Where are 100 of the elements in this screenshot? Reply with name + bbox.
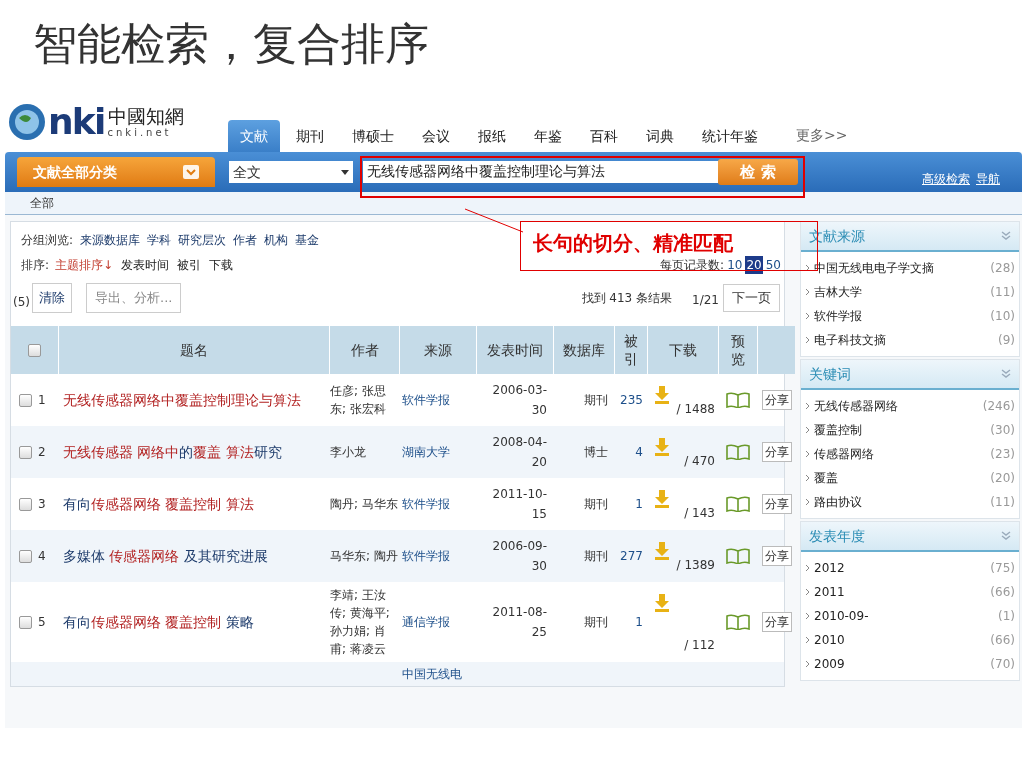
sort-option[interactable]: 被引 [177, 256, 202, 274]
column-header[interactable]: 数据库 [554, 326, 614, 374]
facet-link[interactable]: 路由协议 [814, 493, 862, 511]
facet-link[interactable]: 中国无线电电子学文摘 [814, 259, 934, 277]
facet-link[interactable]: 无线传感器网络 [814, 397, 898, 415]
per-page-option[interactable]: 10 [726, 256, 744, 274]
facet-link[interactable]: 电子科技文摘 [814, 331, 886, 349]
facet-link[interactable]: 2012 [814, 559, 845, 577]
book-icon[interactable] [726, 614, 750, 630]
checkbox[interactable] [19, 497, 32, 511]
title-link[interactable]: 无线传感器 网络中 的覆盖 算法研究 [63, 441, 282, 463]
share-button[interactable]: 分享 [761, 442, 792, 462]
chevron-icon [805, 588, 810, 596]
row-number: 4 [38, 548, 46, 565]
nav-tab[interactable]: 会议 [410, 120, 462, 152]
nav-tab[interactable]: 年鉴 [522, 120, 574, 152]
download-icon[interactable] [654, 386, 670, 404]
book-icon[interactable] [726, 444, 750, 460]
citation-count[interactable]: 4 [635, 443, 643, 461]
nav-tab[interactable]: 期刊 [284, 120, 336, 152]
source-link[interactable]: 软件学报 [402, 391, 450, 409]
chevron-icon [805, 402, 810, 410]
nav-tab[interactable]: 统计年鉴 [690, 120, 770, 152]
facet-link[interactable]: 吉林大学 [814, 283, 862, 301]
citation-count[interactable]: 1 [635, 613, 643, 631]
per-page-option[interactable]: 50 [764, 256, 782, 274]
source-link[interactable]: 通信学报 [402, 613, 450, 631]
column-header[interactable]: 预览 [719, 326, 757, 374]
facet-link[interactable]: 2010-09- [814, 607, 869, 625]
nav-tab[interactable]: 词典 [634, 120, 686, 152]
column-header[interactable]: 被引 [615, 326, 647, 374]
clear-button[interactable]: 清除 [32, 283, 72, 313]
source-link[interactable]: 软件学报 [402, 495, 450, 513]
nav-tab[interactable]: 百科 [578, 120, 630, 152]
header-link[interactable]: 高级检索 [922, 170, 970, 188]
checkbox[interactable] [19, 445, 32, 459]
collapse-icon[interactable] [1001, 369, 1011, 379]
facet-link[interactable]: 2011 [814, 583, 845, 601]
nav-tab[interactable]: 文献 [228, 120, 280, 152]
facet-link[interactable]: 传感器网络 [814, 445, 874, 463]
column-header[interactable]: 发表时间 [477, 326, 553, 374]
facet-link[interactable]: 2010 [814, 631, 845, 649]
column-header[interactable]: 题名 [59, 326, 329, 374]
group-link[interactable]: 学科 [147, 231, 172, 249]
citation-count[interactable]: 1 [635, 495, 643, 513]
download-icon[interactable] [654, 542, 670, 560]
column-header[interactable]: 来源 [400, 326, 476, 374]
source-link[interactable]: 中国无线电 [402, 665, 462, 683]
book-icon[interactable] [726, 496, 750, 512]
nav-tab[interactable]: 报纸 [466, 120, 518, 152]
group-link[interactable]: 研究层次 [178, 231, 227, 249]
group-link[interactable]: 作者 [233, 231, 258, 249]
source-link[interactable]: 软件学报 [402, 547, 450, 565]
title-link[interactable]: 有向传感器网络 覆盖控制 算法 [63, 493, 254, 515]
collapse-icon[interactable] [1001, 231, 1011, 241]
nav-tab[interactable]: 博硕士 [340, 120, 406, 152]
group-link[interactable]: 基金 [295, 231, 320, 249]
citation-count[interactable]: 235 [620, 391, 643, 409]
facet-count: (20) [990, 470, 1015, 487]
title-link[interactable]: 无线传感器网络中覆盖控制理论与算法 [63, 389, 301, 411]
sort-option[interactable]: 发表时间 [121, 256, 170, 274]
next-page-button[interactable]: 下一页 [723, 284, 780, 312]
dropdown-icon [183, 165, 199, 179]
download-icon[interactable] [654, 438, 670, 456]
checkbox[interactable] [19, 393, 32, 407]
checkbox[interactable] [28, 343, 41, 357]
checkbox[interactable] [19, 615, 32, 629]
share-button[interactable]: 分享 [761, 612, 792, 632]
source-link[interactable]: 湖南大学 [402, 443, 450, 461]
scope-label[interactable]: 全部 [30, 194, 54, 212]
title-link[interactable]: 有向传感器网络 覆盖控制 策略 [63, 611, 254, 633]
facet-link[interactable]: 覆盖 [814, 469, 838, 487]
download-icon[interactable] [654, 490, 670, 508]
collapse-icon[interactable] [1001, 531, 1011, 541]
facet-link[interactable]: 软件学报 [814, 307, 862, 325]
more-link[interactable]: 更多>> [796, 125, 848, 152]
header-link[interactable]: 导航 [976, 170, 1000, 188]
author-text: 马华东; 陶丹 [330, 548, 398, 565]
citation-count[interactable]: 277 [620, 547, 643, 565]
share-button[interactable]: 分享 [761, 390, 792, 410]
facet-count: (75) [990, 560, 1015, 577]
group-link[interactable]: 机构 [264, 231, 289, 249]
search-field[interactable]: 无线传感器网络中覆盖控制理论与算法 [363, 161, 718, 183]
share-button[interactable]: 分享 [761, 494, 792, 514]
download-icon[interactable] [654, 594, 670, 612]
facet-link[interactable]: 覆盖控制 [814, 421, 862, 439]
export-button[interactable]: 导出、分析... [86, 283, 182, 313]
title-link[interactable]: 多媒体 传感器网络 及其研究进展 [63, 545, 268, 567]
sort-option[interactable]: 下载 [209, 256, 234, 274]
checkbox[interactable] [19, 549, 32, 563]
book-icon[interactable] [726, 392, 750, 408]
field-select[interactable]: 全文 [229, 161, 353, 183]
group-link[interactable]: 来源数据库 [80, 231, 141, 249]
column-header[interactable]: 作者 [330, 326, 399, 374]
share-button[interactable]: 分享 [761, 546, 792, 566]
selected-count: (5) [13, 294, 30, 311]
sort-option[interactable]: 主题排序↓ [55, 256, 114, 274]
column-header[interactable]: 下载 [648, 326, 718, 374]
book-icon[interactable] [726, 548, 750, 564]
facet-link[interactable]: 2009 [814, 655, 845, 673]
